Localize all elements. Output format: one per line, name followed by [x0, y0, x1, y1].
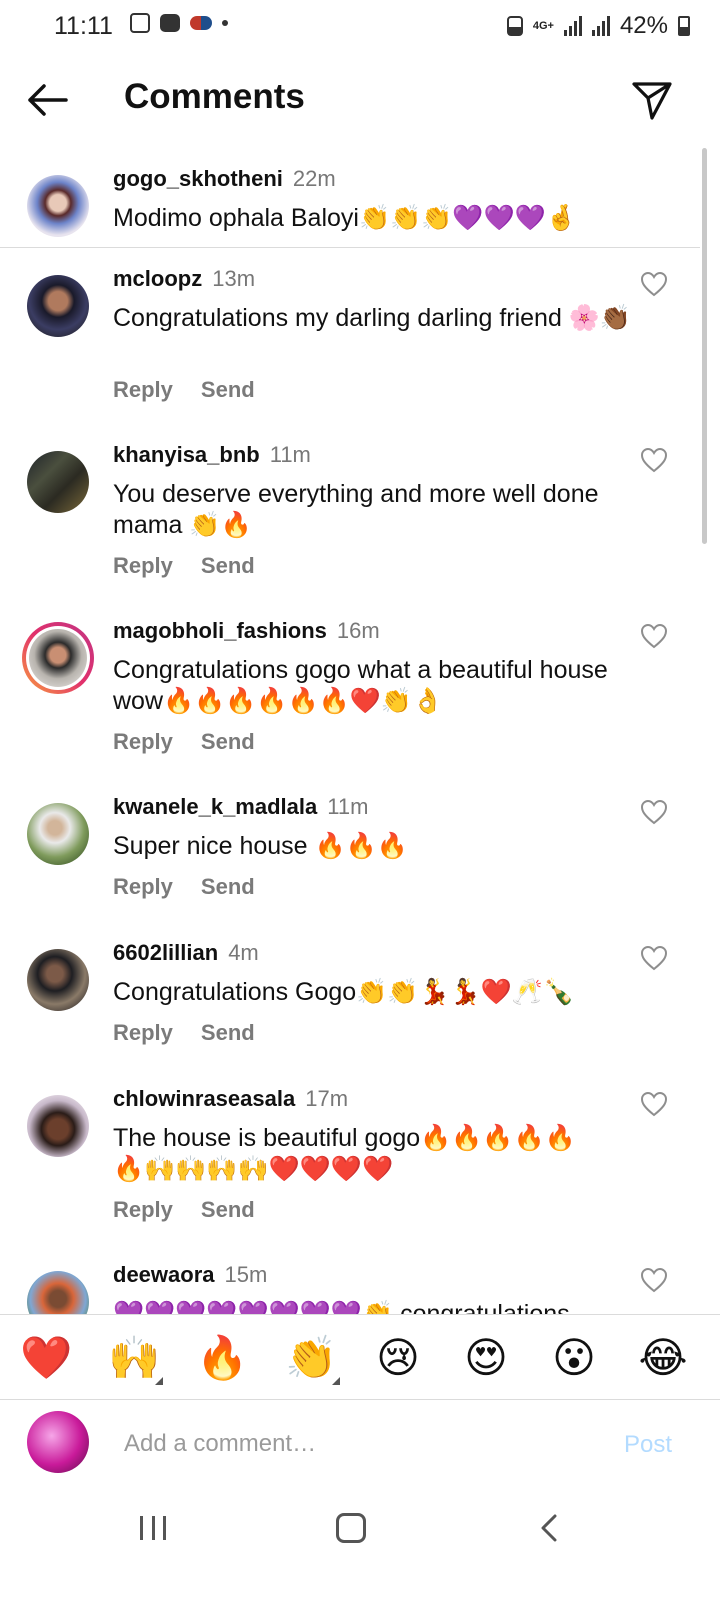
notification-icons: [130, 13, 228, 33]
comment-actions: Reply Send: [113, 874, 283, 900]
battery-icon: [678, 16, 690, 36]
avatar[interactable]: [27, 1271, 89, 1314]
reply-button[interactable]: Reply: [113, 377, 173, 402]
emoji-crying-button[interactable]: 😢: [373, 1333, 423, 1383]
post-button[interactable]: Post: [624, 1431, 672, 1459]
like-heart-icon[interactable]: [640, 271, 668, 297]
back-arrow-icon[interactable]: [24, 78, 72, 122]
comment-actions: Reply Send: [113, 729, 283, 755]
network-type: 4G+: [532, 20, 554, 32]
comment-text: Congratulations gogo what a beautiful ho…: [113, 656, 608, 715]
avatar[interactable]: [27, 175, 89, 237]
comment-text: Congratulations Gogo👏👏💃💃❤️🥂🍾: [113, 978, 575, 1006]
like-heart-icon[interactable]: [640, 1267, 668, 1293]
nav-back-icon[interactable]: [535, 1510, 565, 1546]
more-notifications-icon: [222, 20, 228, 26]
reply-button[interactable]: Reply: [113, 553, 173, 578]
page-title: Comments: [124, 77, 305, 116]
send-button[interactable]: Send: [201, 553, 255, 578]
emoji-fire-button[interactable]: 🔥: [196, 1333, 248, 1383]
comment-text: Modimo ophala Baloyi👏👏👏💜💜💜🤞: [113, 204, 577, 232]
comment-username[interactable]: deewaora: [113, 1262, 215, 1287]
comment-actions: Reply Send: [113, 1020, 283, 1046]
share-icon[interactable]: [630, 78, 674, 122]
system-status: 4G+ 42%: [506, 12, 690, 40]
comment-actions: Reply Send: [113, 1197, 283, 1223]
reply-button[interactable]: Reply: [113, 874, 173, 899]
comment-time: 22m: [292, 166, 336, 191]
my-avatar: [27, 1411, 89, 1473]
gallery-icon: [130, 13, 150, 33]
avatar[interactable]: [27, 275, 89, 337]
like-heart-icon[interactable]: [640, 447, 668, 473]
comment-username[interactable]: chlowinraseasala: [113, 1086, 295, 1111]
emoji-raised-hands-button[interactable]: 🙌: [108, 1333, 160, 1383]
emoji-clap-button[interactable]: 👏: [285, 1333, 337, 1383]
comment-text: Super nice house 🔥🔥🔥: [113, 832, 408, 860]
comment-input[interactable]: Add a comment…: [124, 1430, 316, 1458]
caption-divider: [0, 247, 700, 248]
send-button[interactable]: Send: [201, 377, 255, 402]
comment-time: 16m: [336, 618, 380, 643]
comment-composer: Add a comment… Post: [0, 1400, 720, 1488]
reply-button[interactable]: Reply: [113, 1020, 173, 1045]
recent-apps-icon[interactable]: [140, 1516, 166, 1540]
comment-time: 11m: [269, 442, 311, 467]
emoji-surprised-button[interactable]: 😮: [549, 1333, 599, 1383]
avatar[interactable]: [27, 803, 89, 865]
skin-tone-indicator-icon: [332, 1377, 340, 1385]
avatar[interactable]: [27, 949, 89, 1011]
comment-time: 13m: [212, 266, 256, 291]
comment-time: 11m: [327, 794, 369, 819]
app-notification-icon: [190, 16, 212, 30]
send-button[interactable]: Send: [201, 729, 255, 754]
comment-username[interactable]: mcloopz: [113, 266, 202, 291]
battery-percent: 42%: [619, 12, 668, 39]
data-saver-icon: [506, 16, 523, 36]
like-heart-icon[interactable]: [640, 945, 668, 971]
home-icon[interactable]: [336, 1513, 366, 1543]
send-button[interactable]: Send: [201, 1197, 255, 1222]
avatar[interactable]: [27, 451, 89, 513]
skin-tone-indicator-icon: [155, 1377, 163, 1385]
comment-username[interactable]: kwanele_k_madlala: [113, 794, 317, 819]
emoji-laughing-button[interactable]: 😂: [638, 1333, 688, 1383]
comments-list[interactable]: gogo_skhotheni 22m Modimo ophala Baloyi👏👏…: [0, 148, 720, 1314]
quick-emoji-bar: ❤️ 🙌 🔥 👏 😢 😍 😮 😂: [0, 1314, 720, 1400]
comment-text: You deserve everything and more well don…: [113, 480, 599, 539]
comment-actions: Reply Send: [113, 553, 283, 579]
like-heart-icon[interactable]: [640, 1091, 668, 1117]
comment-text: Congratulations my darling darling frien…: [113, 304, 632, 332]
header: Comments: [0, 60, 720, 140]
comment-username[interactable]: magobholi_fashions: [113, 618, 327, 643]
comment-text: 💜💜💜💜💜💜💜💜👏 congratulations: [113, 1300, 570, 1314]
avatar[interactable]: [27, 1095, 89, 1157]
emoji-heart-eyes-button[interactable]: 😍: [461, 1333, 511, 1383]
status-time: 11:11: [54, 12, 113, 40]
comment-time: 15m: [224, 1262, 268, 1287]
signal-icon: [563, 16, 582, 36]
reply-button[interactable]: Reply: [113, 1197, 173, 1222]
signal-icon-2: [591, 16, 610, 36]
send-button[interactable]: Send: [201, 1020, 255, 1045]
message-icon: [160, 14, 180, 32]
like-heart-icon[interactable]: [640, 623, 668, 649]
like-heart-icon[interactable]: [640, 799, 668, 825]
comment-username[interactable]: khanyisa_bnb: [113, 442, 260, 467]
status-bar: 11:11 4G+ 42%: [0, 0, 720, 52]
send-button[interactable]: Send: [201, 874, 255, 899]
comment-username[interactable]: 6602lillian: [113, 940, 218, 965]
comment-username[interactable]: gogo_skhotheni: [113, 166, 283, 191]
comment-actions: Reply Send: [113, 377, 283, 403]
comment-text: The house is beautiful gogo🔥🔥🔥🔥🔥🔥🙌🙌🙌🙌❤️❤…: [113, 1124, 576, 1183]
comment-time: 4m: [228, 940, 259, 965]
scrollbar[interactable]: [702, 148, 707, 544]
reply-button[interactable]: Reply: [113, 729, 173, 754]
system-nav-bar: [0, 1488, 720, 1600]
comment-time: 17m: [305, 1086, 349, 1111]
emoji-heart-button[interactable]: ❤️: [20, 1333, 72, 1383]
story-ring-avatar[interactable]: [22, 622, 94, 694]
